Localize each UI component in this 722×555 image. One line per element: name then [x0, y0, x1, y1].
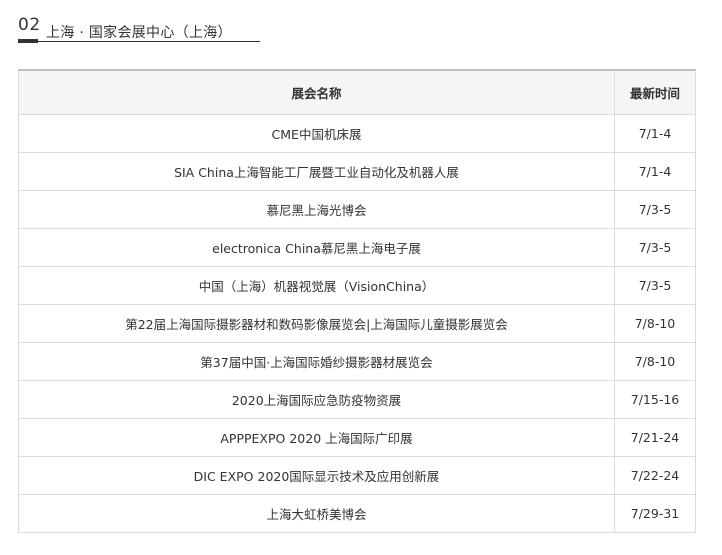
exhibition-name: CME中国机床展 [18, 113, 615, 153]
exhibition-table-container: 展会名称 最新时间 CME中国机床展 7/1-4 SIA China上海智能工厂… [18, 69, 696, 533]
table-row: 2020上海国际应急防疫物资展 7/15-16 [18, 379, 696, 419]
exhibition-date: 7/15-16 [614, 379, 696, 419]
exhibition-name: 上海大虹桥美博会 [18, 493, 615, 533]
table-header-row: 展会名称 最新时间 [18, 69, 696, 115]
column-header-name: 展会名称 [18, 69, 615, 115]
exhibition-date: 7/1-4 [614, 151, 696, 191]
table-row: 慕尼黑上海光博会 7/3-5 [18, 189, 696, 229]
exhibition-name: 中国（上海）机器视觉展（VisionChina） [18, 265, 615, 305]
section-number: 02 [18, 15, 41, 35]
exhibition-name: DIC EXPO 2020国际显示技术及应用创新展 [18, 455, 615, 495]
table-row: 第22届上海国际摄影器材和数码影像展览会|上海国际儿童摄影展览会 7/8-10 [18, 303, 696, 343]
table-row: SIA China上海智能工厂展暨工业自动化及机器人展 7/1-4 [18, 151, 696, 191]
exhibition-date: 7/22-24 [614, 455, 696, 495]
exhibition-name: SIA China上海智能工厂展暨工业自动化及机器人展 [18, 151, 615, 191]
section-header: 02 上海 · 国家会展中心（上海） [18, 12, 260, 44]
table-row: 第37届中国·上海国际婚纱摄影器材展览会 7/8-10 [18, 341, 696, 381]
exhibition-date: 7/21-24 [614, 417, 696, 457]
exhibition-name: 2020上海国际应急防疫物资展 [18, 379, 615, 419]
section-title: 上海 · 国家会展中心（上海） [46, 25, 232, 41]
exhibition-date: 7/8-10 [614, 303, 696, 343]
table-row: electronica China慕尼黑上海电子展 7/3-5 [18, 227, 696, 267]
exhibition-name: APPPEXPO 2020 上海国际广印展 [18, 417, 615, 457]
section-underline-accent [18, 39, 38, 43]
exhibition-date: 7/29-31 [614, 493, 696, 533]
table-row: CME中国机床展 7/1-4 [18, 113, 696, 153]
table-row: APPPEXPO 2020 上海国际广印展 7/21-24 [18, 417, 696, 457]
exhibition-name: electronica China慕尼黑上海电子展 [18, 227, 615, 267]
table-row: 上海大虹桥美博会 7/29-31 [18, 493, 696, 533]
column-header-date: 最新时间 [614, 69, 696, 115]
exhibition-date: 7/3-5 [614, 227, 696, 267]
exhibition-name: 第37届中国·上海国际婚纱摄影器材展览会 [18, 341, 615, 381]
exhibition-name: 第22届上海国际摄影器材和数码影像展览会|上海国际儿童摄影展览会 [18, 303, 615, 343]
exhibition-date: 7/8-10 [614, 341, 696, 381]
table-row: 中国（上海）机器视觉展（VisionChina） 7/3-5 [18, 265, 696, 305]
exhibition-name: 慕尼黑上海光博会 [18, 189, 615, 229]
exhibition-table: 展会名称 最新时间 CME中国机床展 7/1-4 SIA China上海智能工厂… [18, 69, 696, 533]
exhibition-date: 7/3-5 [614, 189, 696, 229]
exhibition-date: 7/3-5 [614, 265, 696, 305]
exhibition-date: 7/1-4 [614, 113, 696, 153]
section-underline [18, 41, 260, 42]
table-row: DIC EXPO 2020国际显示技术及应用创新展 7/22-24 [18, 455, 696, 495]
